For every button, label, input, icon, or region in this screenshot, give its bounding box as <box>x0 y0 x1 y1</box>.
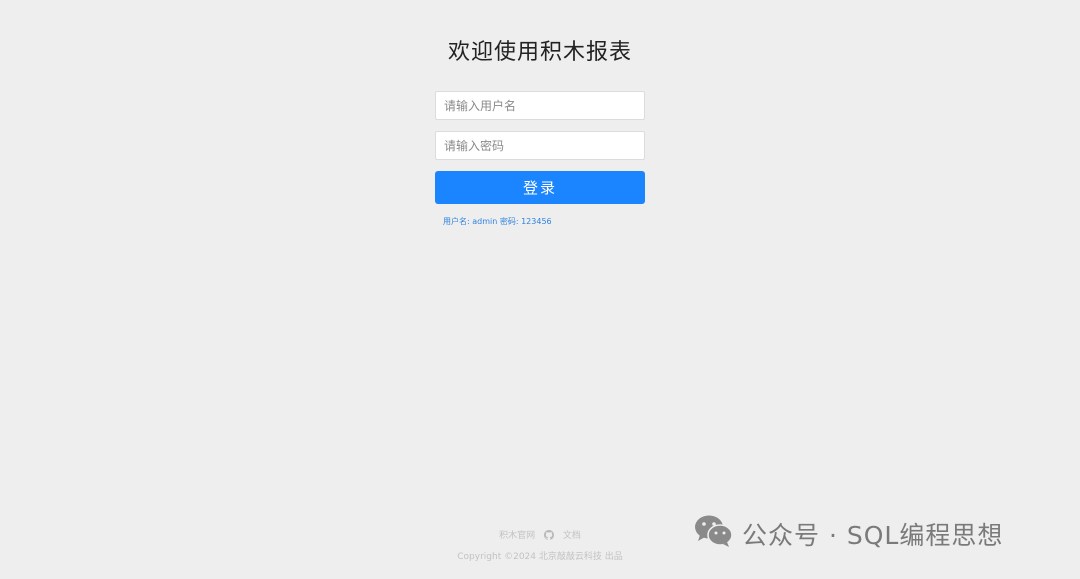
watermark: 公众号 · SQL编程思想 <box>694 514 1004 554</box>
credentials-hint: 用户名: admin 密码: 123456 <box>443 217 552 226</box>
docs-link[interactable]: 文档 <box>563 531 581 541</box>
copyright-text: Copyright ©2024 北京敲敲云科技 出品 <box>457 552 623 562</box>
login-button[interactable]: 登录 <box>435 171 645 204</box>
official-site-link[interactable]: 积木官网 <box>499 531 535 541</box>
github-icon[interactable] <box>544 530 554 546</box>
page-title: 欢迎使用积木报表 <box>447 40 632 65</box>
username-input[interactable] <box>435 91 645 120</box>
wechat-icon <box>694 514 734 554</box>
login-form: 欢迎使用积木报表 登录 用户名: admin 密码: 123456 <box>435 36 645 227</box>
password-input[interactable] <box>435 131 645 160</box>
watermark-text: 公众号 · SQL编程思想 <box>742 521 1004 550</box>
